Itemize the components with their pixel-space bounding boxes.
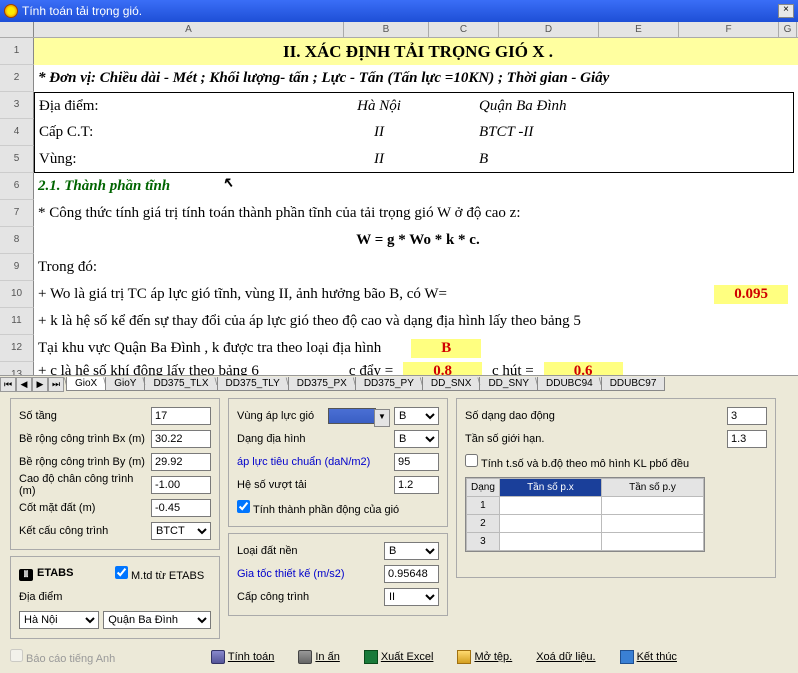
capct-select[interactable]: II: [384, 588, 439, 606]
bottom-toolbar: Báo cáo tiếng Anh Tính toán In ấn Xuất E…: [0, 645, 798, 673]
section-title[interactable]: II. XÁC ĐỊNH TẢI TRỌNG GIÓ X .: [34, 38, 798, 65]
tab-dd375tly[interactable]: DD375_TLY: [217, 377, 289, 391]
city-select[interactable]: Hà Nội: [19, 611, 99, 629]
tab-ddsny[interactable]: DD_SNY: [479, 377, 538, 391]
sotang-input[interactable]: [151, 407, 211, 425]
tab-gioy[interactable]: GioY: [105, 377, 145, 391]
tab-ddsnx[interactable]: DD_SNX: [422, 377, 481, 391]
app-icon: [4, 4, 18, 18]
ketthuc-button[interactable]: Kết thúc: [620, 650, 677, 664]
tab-last[interactable]: ⏭: [48, 377, 64, 392]
baocao-checkbox: [10, 649, 23, 662]
open-icon: [457, 650, 471, 664]
close-button[interactable]: ×: [778, 4, 794, 18]
window-title: Tính toán tải trọng gió.: [22, 4, 142, 18]
vung-select[interactable]: B: [394, 407, 439, 425]
print-icon: [298, 650, 312, 664]
tab-dd375tlx[interactable]: DD375_TLX: [144, 377, 217, 391]
inan-button[interactable]: In ấn: [298, 650, 339, 664]
sheet-tabs: ⏮ ◀ ▶ ⏭ GioX GioY DD375_TLX DD375_TLY DD…: [0, 375, 798, 392]
bx-input[interactable]: [151, 430, 211, 448]
mode-grid[interactable]: DạngTần số p.xTần số p.y 1 2 3: [465, 477, 705, 552]
form-area: Số tầng Bề rộng công trình Bx (m) Bề rộn…: [0, 392, 798, 645]
cao-input[interactable]: [151, 476, 211, 494]
spreadsheet: A B C D E F G 1II. XÁC ĐỊNH TẢI TRỌNG GI…: [0, 22, 798, 392]
ketcau-select[interactable]: BTCT: [151, 522, 211, 540]
cursor-icon: ↖: [222, 175, 234, 192]
tab-first[interactable]: ⏮: [0, 377, 16, 392]
loaidat-select[interactable]: B: [384, 542, 439, 560]
tab-prev[interactable]: ◀: [16, 377, 32, 392]
units-note[interactable]: * Đơn vị: Chiều dài - Mét ; Khối lượng- …: [34, 65, 798, 92]
tab-ddubc94[interactable]: DDUBC94: [537, 377, 602, 391]
mtd-checkbox[interactable]: [115, 566, 128, 579]
xoa-button[interactable]: Xoá dữ liệu.: [536, 651, 595, 663]
apluc-input[interactable]: [394, 453, 439, 471]
titlebar: Tính toán tải trọng gió. ×: [0, 0, 798, 22]
column-headers: A B C D E F G: [0, 22, 798, 38]
vung-combo[interactable]: [328, 408, 376, 424]
by-input[interactable]: [151, 453, 211, 471]
tab-giox[interactable]: GioX: [66, 377, 106, 391]
tab-ddubc97[interactable]: DDUBC97: [601, 377, 666, 391]
xuat-button[interactable]: Xuất Excel: [364, 650, 434, 664]
tinhts-checkbox[interactable]: [465, 454, 478, 467]
motep-button[interactable]: Mở tệp.: [457, 650, 512, 664]
district-select[interactable]: Quận Ba Đình: [103, 611, 211, 629]
giatoc-input[interactable]: [384, 565, 439, 583]
wo-value: 0.095: [714, 285, 788, 304]
excel-icon: [364, 650, 378, 664]
sodang-input[interactable]: [727, 407, 767, 425]
tanso-input[interactable]: [727, 430, 767, 448]
heso-input[interactable]: [394, 476, 439, 494]
tab-next[interactable]: ▶: [32, 377, 48, 392]
tinh-dong-checkbox[interactable]: [237, 500, 250, 513]
tinhtoan-button[interactable]: Tính toán: [211, 650, 274, 664]
tab-dd375py[interactable]: DD375_PY: [355, 377, 423, 391]
calc-icon: [211, 650, 225, 664]
tab-dd375px[interactable]: DD375_PX: [288, 377, 356, 391]
dang-select[interactable]: B: [394, 430, 439, 448]
cot-input[interactable]: [151, 499, 211, 517]
exit-icon: [620, 650, 634, 664]
etabs-icon: ⫿⫿: [19, 569, 33, 581]
